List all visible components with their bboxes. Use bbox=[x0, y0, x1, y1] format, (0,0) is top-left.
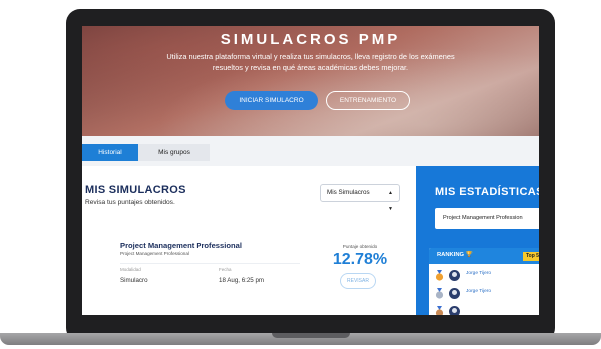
card-title: Project Management Professional bbox=[120, 241, 242, 250]
tab-historial[interactable]: Historial bbox=[82, 144, 138, 161]
start-simulation-button[interactable]: INICIAR SIMULACRO bbox=[225, 91, 318, 110]
ranking-row[interactable]: Jorge Tijero bbox=[435, 286, 539, 304]
avatar bbox=[449, 270, 460, 281]
hero-title: SIMULACROS PMP bbox=[220, 31, 401, 48]
ranking-header: RANKING 🏆 Top 5 PM bbox=[429, 248, 539, 264]
silver-medal-icon bbox=[435, 288, 444, 299]
ranking-label: RANKING 🏆 bbox=[437, 252, 473, 258]
ranking-card: RANKING 🏆 Top 5 PM Jorge Tijero Jorge T bbox=[429, 248, 539, 315]
simulacros-section: MIS SIMULACROS Revisa tus puntajes obten… bbox=[82, 166, 416, 315]
fecha-label: Fecha bbox=[219, 267, 232, 272]
laptop-screen: SIMULACROS PMP Utiliza nuestra plataform… bbox=[82, 26, 539, 315]
section-subtitle: Revisa tus puntajes obtenidos. bbox=[85, 199, 175, 206]
ranking-user-name[interactable]: Jorge Tijero bbox=[466, 289, 491, 294]
stats-course-select[interactable]: Project Management Profession bbox=[435, 208, 539, 229]
simulacros-filter-select[interactable]: Mis Simulacros ▲ ▼ bbox=[320, 184, 400, 212]
training-button[interactable]: ENTRENAMIENTO bbox=[326, 91, 410, 110]
card-subtitle: Project Management Professional bbox=[120, 251, 189, 256]
laptop-base-notch bbox=[272, 333, 350, 338]
stats-title: MIS ESTADÍSTICAS bbox=[435, 186, 539, 198]
score-value: 12.78% bbox=[332, 251, 388, 268]
hero-subtitle: Utiliza nuestra plataforma virtual y rea… bbox=[166, 52, 455, 72]
avatar bbox=[449, 306, 460, 315]
ranking-row[interactable]: Jorge Tijero bbox=[435, 268, 539, 286]
card-divider bbox=[120, 263, 300, 264]
avatar bbox=[449, 288, 460, 299]
fecha-value: 18 Aug, 6:25 pm bbox=[219, 277, 265, 284]
stats-panel: MIS ESTADÍSTICAS Project Management Prof… bbox=[416, 166, 539, 315]
score-label: Puntaje obtenido bbox=[342, 244, 378, 249]
tab-mis-grupos[interactable]: Mis grupos bbox=[138, 144, 210, 161]
tab-bar: Historial Mis grupos bbox=[82, 136, 539, 166]
updown-caret-icon: ▲ ▼ bbox=[388, 190, 393, 212]
review-button[interactable]: REVISAR bbox=[340, 273, 376, 289]
filter-select-value: Mis Simulacros bbox=[327, 189, 370, 196]
hero-banner: SIMULACROS PMP Utiliza nuestra plataform… bbox=[82, 26, 539, 136]
trophy-icon: 🏆 bbox=[465, 252, 473, 258]
ranking-row[interactable] bbox=[435, 304, 539, 315]
modalidad-label: Modalidad bbox=[120, 267, 141, 272]
section-title: MIS SIMULACROS bbox=[85, 184, 186, 196]
gold-medal-icon bbox=[435, 270, 444, 281]
bronze-medal-icon bbox=[435, 306, 444, 315]
modalidad-value: Simulacro bbox=[120, 277, 148, 284]
ranking-user-name[interactable]: Jorge Tijero bbox=[466, 271, 491, 276]
top-badge: Top 5 PM bbox=[523, 252, 539, 261]
